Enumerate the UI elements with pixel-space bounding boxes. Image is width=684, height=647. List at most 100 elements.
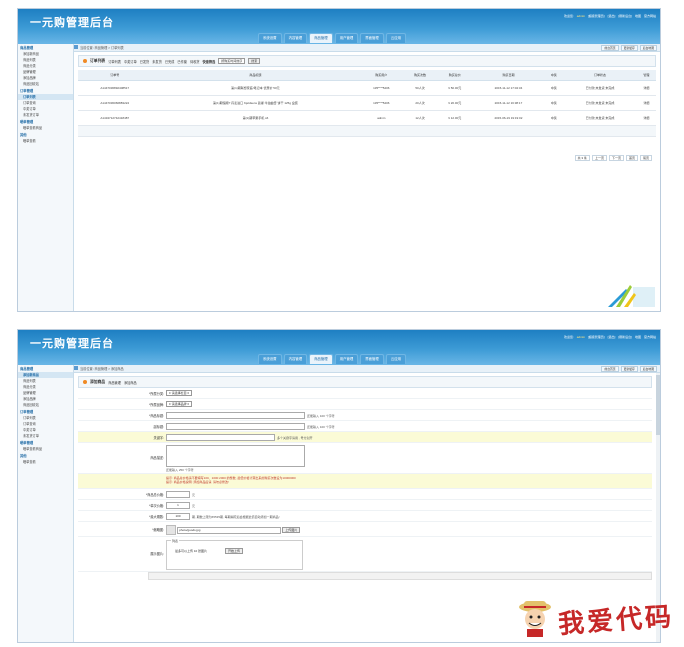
col-manage: 管理 — [636, 70, 656, 81]
sidebar: 商品管理 添加新商品 商品列表 商品分类 品牌管理 添加品牌 商品回收站 订单管… — [18, 44, 74, 311]
breadcrumb-bar: 当前位置: 商品管理 > 添加商品 前台首页 更新缓存 后台地图 — [18, 365, 660, 373]
official-site-link[interactable]: 官方网站 — [644, 335, 656, 339]
tab-cloud[interactable]: 云应用 — [385, 354, 406, 364]
price-unit: 元 — [192, 492, 196, 497]
sidebar-item-recycle[interactable]: 商品回收站 — [18, 81, 73, 87]
first-page-button[interactable]: 首页 — [625, 155, 638, 161]
cell-date: 2015-11-12 17:04:34 — [472, 80, 545, 96]
pagination: 共 3 条 上一页 下一页 首页 尾页 — [574, 155, 652, 161]
scrollbar-thumb[interactable] — [656, 375, 660, 435]
editor-toolbar[interactable] — [148, 572, 652, 580]
filter-pending-receipt[interactable]: 待收货 — [190, 59, 200, 64]
cell-win: 中奖 — [544, 80, 564, 96]
subtitle-input[interactable] — [166, 423, 305, 430]
sidebar-item-share-goods[interactable]: 晒单查看商品 — [18, 125, 73, 131]
detail-link[interactable]: 详细 — [636, 95, 656, 111]
logout-link[interactable]: [退出] — [608, 14, 616, 18]
price-input[interactable] — [166, 491, 190, 498]
tab-ui[interactable]: 界面管理 — [360, 354, 384, 364]
sidebar-item-unshipped[interactable]: 未发货订单 — [18, 433, 73, 439]
frontend-home-button[interactable]: 前台首页 — [601, 45, 619, 51]
detail-link[interactable]: 详细 — [636, 110, 656, 126]
user-links: 欢迎您: admin [超级管理员] [退出] [刷新后台] 地图 官方网站 — [564, 335, 656, 339]
upload-thumb-button[interactable]: 上传图片 — [282, 527, 301, 533]
tab-content[interactable]: 内容管理 — [283, 354, 308, 364]
filter-completed[interactable]: 已完成 — [165, 59, 175, 64]
update-cache-button[interactable]: 更新缓存 — [620, 45, 638, 51]
cell-order-no: A1447036066883224 — [78, 95, 152, 111]
username-link[interactable]: admin — [577, 335, 585, 339]
tab-goods[interactable]: 商品管理 — [309, 354, 333, 364]
title-input[interactable] — [166, 412, 305, 419]
cell-status: 已付款,未发货,未完成 — [563, 80, 637, 96]
sort-select[interactable]: 按购买时间倒序 — [218, 58, 246, 64]
table-row: A1447036892408517 第(1)期联想家庭/笔记本 优惠价 50元 … — [78, 80, 656, 96]
logout-link[interactable]: [退出] — [608, 335, 616, 339]
watermark-text: 我爱代码 — [557, 601, 676, 641]
tab-goods[interactable]: 商品管理 — [309, 33, 333, 43]
map-link[interactable]: 地图 — [635, 14, 641, 18]
filter-void[interactable]: 已作废 — [177, 59, 187, 64]
max-period-hint: 期, 期数上限为65535期, 每期揭晓后会根据此值自动添加一期商品! — [192, 514, 280, 519]
detail-link[interactable]: 详细 — [636, 80, 656, 96]
last-page-button[interactable]: 尾页 — [639, 155, 652, 161]
thumb-row: *缩略图: photo/goods.jpg 上传图片 — [78, 522, 652, 537]
tab-content[interactable]: 内容管理 — [283, 33, 308, 43]
filter-shipped[interactable]: 已发货 — [140, 59, 150, 64]
col-order-no: 订单号 — [78, 70, 152, 81]
quick-buttons: 前台首页 更新缓存 后台地图 — [601, 45, 657, 51]
start-upload-button[interactable]: 开始上传 — [225, 548, 244, 554]
filter-order-list[interactable]: 订单列表 — [108, 59, 121, 64]
brand-select[interactable]: ≡ 请选择品牌 ≡ — [166, 401, 193, 407]
add-goods-link[interactable]: 添加商品 — [124, 380, 137, 385]
col-total: 购买总价 — [436, 70, 473, 81]
refresh-link[interactable]: [刷新后台] — [618, 14, 632, 18]
prev-page-button[interactable]: 上一页 — [591, 155, 607, 161]
max-period-input[interactable]: 100 — [166, 513, 190, 520]
map-link[interactable]: 地图 — [635, 335, 641, 339]
col-user: 购买用户 — [359, 70, 404, 81]
tab-system[interactable]: 系统设置 — [258, 33, 282, 43]
keyword-hint: 多个关键字请用 , 号分割开 — [277, 435, 313, 440]
cell-total: ¥ 50.00元 — [436, 80, 473, 96]
table-footer — [78, 126, 656, 137]
cell-win: 中奖 — [544, 110, 564, 126]
tab-cloud[interactable]: 云应用 — [385, 33, 406, 43]
price-label: *商品总价格: — [145, 493, 164, 497]
welcome-text: 欢迎您: — [563, 335, 574, 339]
refresh-link[interactable]: [刷新后台] — [618, 335, 632, 339]
desc-hint: 还能输入 250 个字符 — [166, 467, 194, 472]
search-button[interactable]: 搜索 — [248, 58, 261, 64]
sidebar-item-share-view[interactable]: 晒单查看 — [18, 459, 73, 465]
filter-win-orders[interactable]: 中奖订单 — [124, 59, 137, 64]
update-cache-button[interactable]: 更新缓存 — [620, 366, 638, 372]
price-notes: 提示: 商品总价格请不要填写100、1000 2000 的整数, 最低价格计算出… — [78, 474, 652, 489]
pirate-avatar-icon — [518, 601, 551, 637]
category-select[interactable]: ≡ 请选择栏目 ≡ — [166, 390, 193, 396]
keyword-input[interactable] — [166, 434, 275, 441]
sidebar-item-share-goods[interactable]: 晒单查看商品 — [18, 446, 73, 452]
cell-total: ¥ 20.00元 — [436, 95, 473, 111]
tab-system[interactable]: 系统设置 — [258, 354, 282, 364]
thumb-path-input[interactable]: photo/goods.jpg — [177, 526, 282, 534]
price-row: *商品总价格: 元 — [78, 489, 652, 500]
next-page-button[interactable]: 下一页 — [608, 155, 624, 161]
official-site-link[interactable]: 官方网站 — [644, 14, 656, 18]
frontend-home-button[interactable]: 前台首页 — [601, 366, 619, 372]
admin-map-button[interactable]: 后台地图 — [639, 366, 657, 372]
tab-ui[interactable]: 界面管理 — [360, 33, 384, 43]
single-price-input[interactable]: 1 — [166, 502, 190, 509]
desc-textarea[interactable] — [166, 445, 305, 467]
sidebar-item-unshipped[interactable]: 未发货订单 — [18, 112, 73, 118]
breadcrumb: 当前位置: 商品管理 > 添加商品 — [80, 367, 124, 371]
tab-users[interactable]: 用户管理 — [334, 33, 359, 43]
cell-total: ¥ 12.00元 — [436, 110, 473, 126]
username-link[interactable]: admin — [577, 14, 585, 18]
goods-manage-link[interactable]: 商品管理 — [108, 380, 121, 385]
sidebar-item-share-view[interactable]: 晒单查看 — [18, 138, 73, 144]
main-nav: 系统设置 内容管理 商品管理 用户管理 界面管理 云应用 — [258, 33, 406, 43]
sidebar-item-recycle[interactable]: 商品回收站 — [18, 402, 73, 408]
filter-unshipped[interactable]: 未发货 — [152, 59, 162, 64]
tab-users[interactable]: 用户管理 — [334, 354, 359, 364]
admin-map-button[interactable]: 后台地图 — [639, 45, 657, 51]
